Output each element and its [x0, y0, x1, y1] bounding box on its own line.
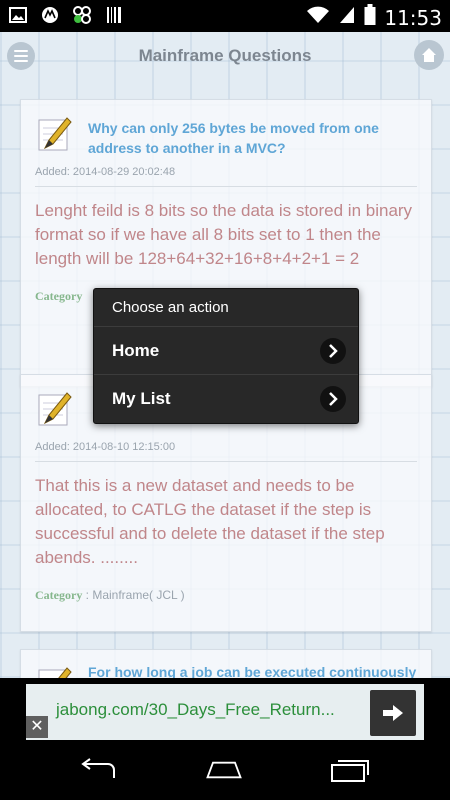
home-icon[interactable] [414, 40, 444, 70]
category-label: Category [35, 289, 83, 303]
dialog-item-label: Home [112, 341, 160, 360]
signal-icon [338, 5, 356, 30]
category-label: Category [35, 588, 83, 602]
answer-text: Lenght feild is 8 bits so the data is st… [35, 201, 413, 268]
chevron-right-icon [320, 386, 346, 412]
home-nav-icon[interactable] [202, 756, 246, 784]
pencil-notepad-icon [35, 664, 75, 678]
barcode-icon [104, 5, 124, 25]
ad-text[interactable]: jabong.com/30_Days_Free_Return... [56, 700, 335, 720]
ad-banner[interactable]: jabong.com/30_Days_Free_Return... [0, 678, 450, 740]
clover-icon [72, 5, 92, 25]
question-title[interactable]: Why can only 256 bytes be moved from one… [88, 118, 419, 158]
category-value: : Mainframe( JCL ) [85, 588, 185, 602]
question-title[interactable]: For how long a job can be executed conti… [88, 662, 419, 678]
clock: 11:53 [384, 5, 442, 30]
back-icon[interactable] [78, 756, 122, 784]
motorola-icon [40, 5, 60, 25]
battery-icon [364, 4, 376, 31]
arrow-right-icon[interactable] [370, 690, 416, 736]
recent-apps-icon[interactable] [328, 756, 372, 784]
status-bar: 11:53 [0, 0, 450, 32]
wifi-icon [306, 5, 330, 30]
dialog-title: Choose an action [94, 289, 358, 327]
question-card[interactable]: For how long a job can be executed conti… [20, 649, 432, 678]
dialog-item-label: My List [112, 389, 171, 408]
chevron-right-icon [320, 338, 346, 364]
page-title: Mainframe Questions [138, 46, 312, 65]
pencil-notepad-icon [35, 389, 75, 429]
category-row: Category : Mainframe( JCL ) [21, 570, 431, 603]
app-header: Mainframe Questions [0, 32, 450, 80]
action-dialog: Choose an action Home My List [93, 288, 359, 424]
pencil-notepad-icon [35, 114, 75, 154]
system-nav-bar [0, 740, 450, 800]
dialog-item-my-list[interactable]: My List [94, 375, 358, 422]
ad-content[interactable]: jabong.com/30_Days_Free_Return... [26, 684, 424, 740]
answer-text: That this is a new dataset and needs to … [35, 476, 385, 567]
image-icon [8, 5, 28, 25]
dialog-item-home[interactable]: Home [94, 327, 358, 375]
close-icon[interactable]: ✕ [26, 716, 48, 738]
